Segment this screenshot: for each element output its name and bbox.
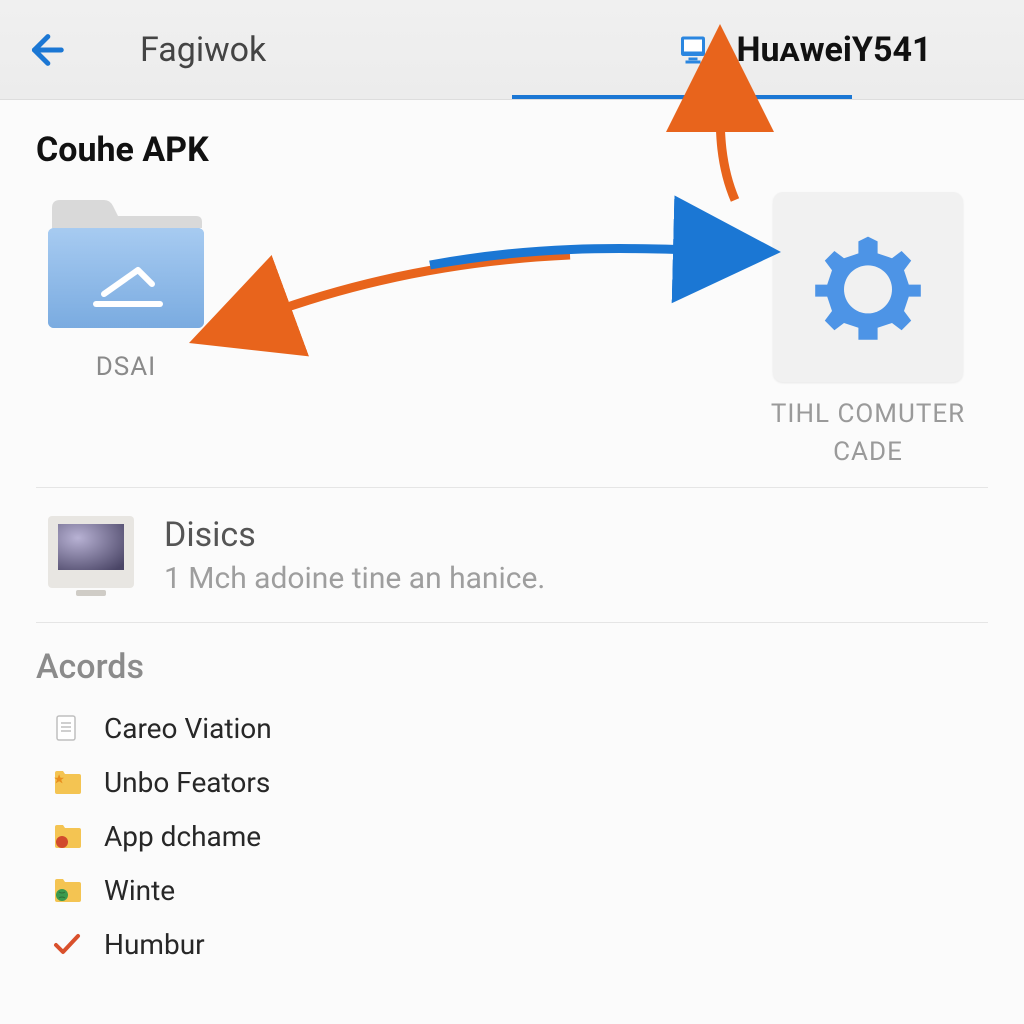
list-item-label: Humbur xyxy=(104,928,205,961)
content-area: Couhe APK xyxy=(0,130,1024,971)
folder-globe-icon xyxy=(52,873,82,907)
list-item[interactable]: Careo Viation xyxy=(36,701,988,755)
monitor-icon xyxy=(46,510,136,600)
top-row: DSAI TIHL COMUTER CADE xyxy=(36,192,988,488)
list-item[interactable]: Humbur xyxy=(36,917,988,971)
tab-huawei[interactable]: HuᴀweiY541 xyxy=(582,0,1024,99)
disics-row[interactable]: Disics 1 Mch adoine tine an hanice. xyxy=(36,488,988,623)
settings-caption: TIHL COMUTER CADE xyxy=(758,396,978,471)
active-tab-indicator xyxy=(512,95,852,99)
header-bar: Fagiwok HuᴀweiY541 xyxy=(0,0,1024,100)
settings-tile xyxy=(773,192,963,382)
disics-texts: Disics 1 Mch adoine tine an hanice. xyxy=(164,515,545,596)
computer-icon xyxy=(675,32,711,68)
list-item[interactable]: Winte xyxy=(36,863,988,917)
tab-fagiwok[interactable]: Fagiwok xyxy=(70,0,582,99)
disics-title: Disics xyxy=(164,515,545,555)
tab-left-label: Fagiwok xyxy=(140,30,266,70)
document-icon xyxy=(52,711,82,745)
list-item-label: App dchame xyxy=(104,820,261,853)
list-item-label: Careo Viation xyxy=(104,712,272,745)
check-icon xyxy=(52,927,82,961)
acords-list: Careo Viation Unbo Feators App dchame Wi… xyxy=(36,701,988,971)
back-button[interactable] xyxy=(18,24,70,76)
page-title: Couhe APK xyxy=(36,130,988,170)
folder-icon xyxy=(46,192,206,332)
tab-right-label: HuᴀweiY541 xyxy=(737,30,932,70)
acords-heading: Acords xyxy=(36,647,988,687)
list-item[interactable]: Unbo Feators xyxy=(36,755,988,809)
list-item-label: Winte xyxy=(104,874,175,907)
folder-red-icon xyxy=(52,819,82,853)
folder-dsai[interactable]: DSAI xyxy=(36,192,216,382)
disics-subtitle: 1 Mch adoine tine an hanice. xyxy=(164,561,545,596)
list-item[interactable]: App dchame xyxy=(36,809,988,863)
folder-star-icon xyxy=(52,765,82,799)
settings-tile-block[interactable]: TIHL COMUTER CADE xyxy=(758,192,978,471)
gear-icon xyxy=(808,227,928,347)
folder-label: DSAI xyxy=(96,352,157,382)
list-item-label: Unbo Feators xyxy=(104,766,270,799)
